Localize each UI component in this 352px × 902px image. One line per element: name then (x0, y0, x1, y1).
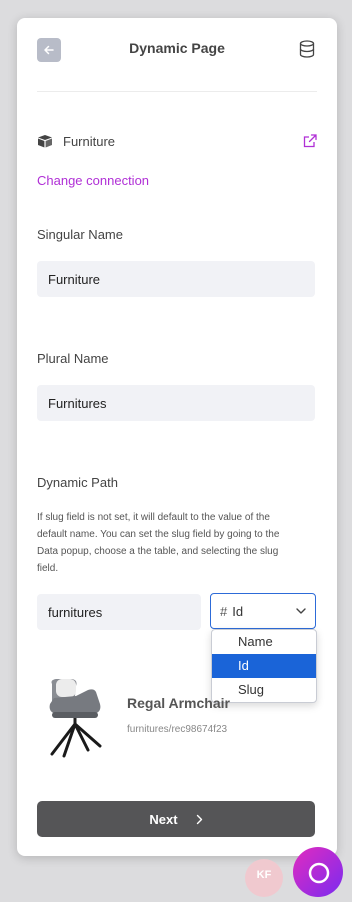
slug-field-value: Id (232, 603, 244, 619)
next-button[interactable]: Next (37, 801, 315, 837)
connection-name: Furniture (63, 133, 116, 149)
box-icon (38, 135, 52, 148)
external-link-icon[interactable] (303, 134, 317, 148)
plural-name-label: Plural Name (37, 351, 109, 366)
dropdown-option-selected[interactable]: Id (212, 654, 316, 678)
hash-icon: # (220, 603, 228, 619)
slug-field-dropdown: Name Id Slug (211, 629, 317, 703)
dynamic-path-label: Dynamic Path (37, 475, 118, 490)
product-image (49, 679, 102, 758)
change-connection-link[interactable]: Change connection (37, 173, 149, 188)
path-prefix-input[interactable]: furnitures (37, 594, 201, 630)
dynamic-page-panel: Dynamic Page Furniture Change connection… (17, 18, 337, 856)
avatar[interactable]: KF (245, 859, 283, 897)
chat-icon (308, 862, 330, 884)
header-divider (37, 91, 317, 92)
connection-row: Furniture (37, 132, 317, 150)
chevron-down-icon (296, 608, 306, 614)
chevron-right-icon (196, 814, 202, 824)
singular-name-label: Singular Name (37, 227, 123, 242)
singular-name-input[interactable]: Furniture (37, 261, 315, 297)
preview-title: Regal Armchair (127, 695, 230, 711)
page-title: Dynamic Page (129, 40, 225, 56)
preview-path: furnitures/rec98674f23 (127, 724, 228, 735)
next-label: Next (149, 811, 178, 827)
database-icon[interactable] (299, 40, 315, 58)
dropdown-option[interactable]: Name (212, 630, 316, 654)
plural-name-input[interactable]: Furnitures (37, 385, 315, 421)
slug-field-select[interactable]: # Id (210, 593, 316, 629)
chat-button[interactable] (293, 847, 343, 897)
dynamic-path-help: If slug field is not set, it will defaul… (37, 512, 280, 574)
